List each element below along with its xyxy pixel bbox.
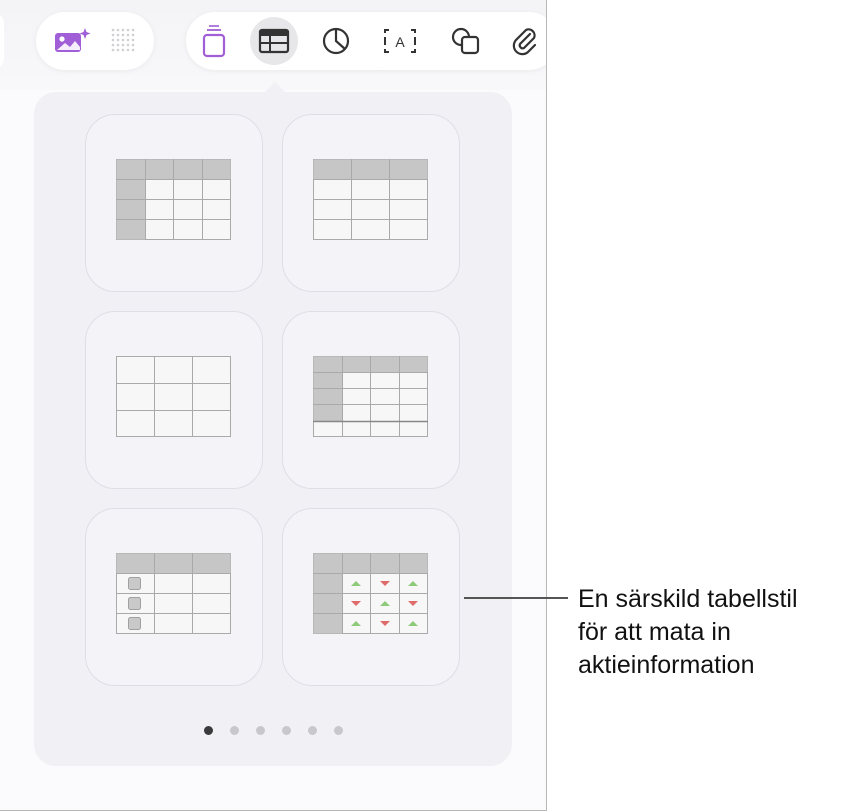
shapes-button[interactable] <box>442 17 490 65</box>
page-dot-6[interactable] <box>334 726 343 735</box>
table-preview <box>116 159 231 240</box>
tray-icon <box>202 25 226 58</box>
grid-button[interactable] <box>100 17 148 65</box>
image-magic-icon <box>55 28 91 52</box>
chart-button[interactable] <box>312 17 360 65</box>
paperclip-icon <box>512 28 537 56</box>
table-style-plain[interactable] <box>85 311 263 489</box>
chart-icon <box>322 27 350 55</box>
table-style-checklist[interactable] <box>85 508 263 686</box>
image-playground-button[interactable] <box>48 17 96 65</box>
text-box-icon: A <box>384 29 416 53</box>
dots-grid-icon <box>111 28 135 52</box>
toolbar-edge <box>0 12 4 70</box>
callout-line-2: för att mata in <box>578 618 731 646</box>
table-button[interactable] <box>250 17 298 65</box>
callout-leader-line <box>464 597 568 599</box>
shapes-icon <box>451 27 480 55</box>
text-box-button[interactable]: A <box>376 17 424 65</box>
callout-line-3: aktieinformation <box>578 651 755 679</box>
tray-button[interactable] <box>190 17 238 65</box>
table-preview <box>313 553 428 634</box>
table-style-header-row-and-column[interactable] <box>85 114 263 292</box>
table-preview <box>116 553 231 634</box>
table-style-header-row-column-footer[interactable] <box>282 311 460 489</box>
app-window: A <box>0 0 547 811</box>
table-style-stock-arrows[interactable] <box>282 508 460 686</box>
table-style-header-row[interactable] <box>282 114 460 292</box>
attachment-button[interactable] <box>500 17 546 65</box>
table-preview <box>313 159 428 240</box>
table-preview <box>116 356 231 437</box>
callout-text: En särskild tabellstil för att mata in a… <box>578 583 848 682</box>
page-dot-5[interactable] <box>308 726 317 735</box>
page-dot-4[interactable] <box>282 726 291 735</box>
table-preview <box>313 356 428 437</box>
callout-line-1: En särskild tabellstil <box>578 585 798 613</box>
table-icon <box>258 28 290 54</box>
page-dot-2[interactable] <box>230 726 239 735</box>
page-dot-1[interactable] <box>204 726 213 735</box>
text-box-glyph: A <box>395 34 405 50</box>
insert-toolbar-group <box>186 12 546 70</box>
page-dot-3[interactable] <box>256 726 265 735</box>
